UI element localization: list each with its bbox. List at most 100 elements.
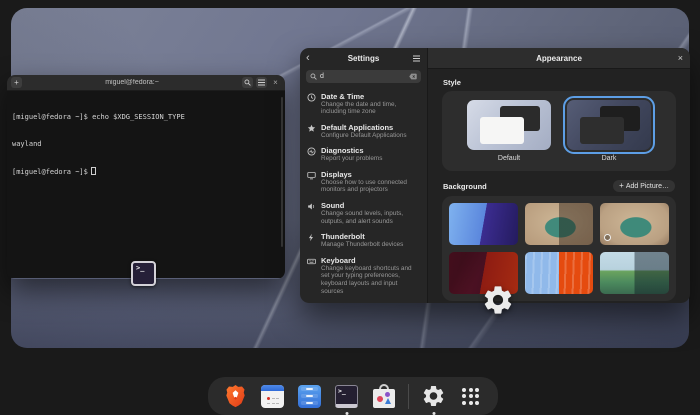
sidebar-item-thunderbolt[interactable]: Thunderbolt Manage Thunderbolt devices [307,229,420,253]
terminal-window[interactable]: + miguel@fedora:~ × [miguel@fedora ~]$ e… [7,75,285,279]
sidebar-item-displays[interactable]: Displays Choose how to use connected mon… [307,166,420,197]
item-subtitle: Report your problems [321,155,383,163]
file-cabinet-icon [298,384,321,408]
background-thumb-landscape-split[interactable] [524,203,594,245]
dock-icon-software[interactable] [371,384,396,409]
terminal-titlebar: + miguel@fedora:~ × [7,75,285,91]
dock-icon-brave[interactable] [223,384,248,409]
style-heading: Style [443,78,461,87]
add-picture-button[interactable]: + Add Picture… [613,180,675,192]
software-bag-icon [372,384,395,408]
app-grid-icon [462,387,479,405]
new-tab-button[interactable]: + [11,77,22,88]
back-button[interactable]: ‹ [306,53,316,64]
item-subtitle: Change sound levels, inputs, outputs, an… [321,210,404,225]
style-preview-dark-selected [563,96,655,154]
background-header-row: Background + Add Picture… [443,180,675,192]
plus-icon: + [619,181,624,190]
terminal-search-button[interactable] [242,77,253,88]
terminal-line-prompt: [miguel@fedora ~]$ [12,167,280,177]
gear-icon [423,386,444,406]
item-title: Displays [321,169,352,179]
sidebar-item-keyboard[interactable]: Keyboard Change keyboard shortcuts and s… [307,252,420,298]
terminal-prompt-icon: >_ [335,384,358,408]
terminal-line-output: wayland [12,140,42,148]
star-icon [307,123,316,140]
search-value: d [320,73,324,80]
calendar-icon [261,384,284,408]
preview-window-front [480,117,524,144]
dock-icon-files[interactable] [297,384,322,409]
style-label: Default [497,155,521,162]
settings-menu-button[interactable] [411,58,421,59]
settings-app-icon[interactable] [481,283,515,317]
sidebar-item-default-applications[interactable]: Default Applications Configure Default A… [307,119,420,143]
dock-icon-calendar[interactable] [260,384,285,409]
sidebar-item-sound[interactable]: Sound Change sound levels, inputs, outpu… [307,198,420,229]
background-thumb-blue-orange[interactable] [524,252,594,294]
clock-icon [307,92,316,116]
terminal-scrollbar[interactable] [281,97,283,247]
thunderbolt-icon [307,232,316,249]
item-title: Date & Time [321,91,365,101]
close-icon: × [273,77,278,87]
appearance-title: Appearance [536,53,582,63]
settings-window[interactable]: ‹ Settings d Date & Time Change the date… [300,48,690,303]
preview-window-front [580,117,624,144]
item-subtitle: Choose how to use connected monitors and… [321,178,407,194]
style-option-default[interactable]: Default [467,100,551,162]
search-icon [310,73,317,80]
terminal-title: miguel@fedora:~ [105,79,159,86]
background-grid [442,196,676,301]
background-heading: Background [443,181,487,191]
terminal-app-icon[interactable]: >_ [131,261,156,286]
brave-lion-icon [226,384,245,407]
terminal-menu-button[interactable] [256,77,267,88]
terminal-line-command: [miguel@fedora ~]$ echo $XDG_SESSION_TYP… [12,113,185,121]
background-thumb-mountains[interactable] [600,252,669,294]
sidebar-item-diagnostics[interactable]: Diagnostics Report your problems [307,143,420,167]
style-label: Dark [601,155,617,162]
background-thumb-blue-purple[interactable] [449,203,518,245]
item-subtitle: Configure Default Applications [321,131,407,139]
diagnostics-icon [307,146,316,163]
settings-sidebar: ‹ Settings d Date & Time Change the date… [300,48,428,303]
item-title: Thunderbolt [321,232,365,242]
appearance-header: Appearance × [428,48,690,69]
keyboard-icon [307,256,316,295]
dock-separator [408,383,409,409]
item-subtitle: Change keyboard shortcuts and set your t… [321,264,412,295]
settings-close-button[interactable]: × [673,52,683,63]
gear-icon [484,286,512,314]
terminal-cursor [90,167,96,175]
style-preview-default [467,100,551,150]
item-title: Keyboard [321,255,356,265]
dock-icon-app-grid[interactable] [458,384,483,409]
clear-search-icon[interactable] [409,73,417,80]
item-title: Default Applications [321,122,394,132]
sidebar-item-date-time[interactable]: Date & Time Change the date and time, in… [307,88,420,119]
hamburger-icon [412,58,420,59]
dock: >_ [208,377,498,415]
style-option-dark[interactable]: Dark [563,96,655,162]
appearance-panel: Appearance × Style Default Dark Backgrou… [428,48,690,303]
item-subtitle: Manage Thunderbolt devices [321,241,404,249]
settings-title: Settings [347,54,380,63]
background-thumb-landscape-selected[interactable] [600,203,669,245]
settings-search-input[interactable]: d [306,70,421,83]
dock-icon-terminal[interactable]: >_ [334,384,359,409]
dock-icon-settings[interactable] [421,384,446,409]
item-title: Diagnostics [321,146,364,156]
selected-indicator-icon [604,234,612,241]
gnome-overview: + miguel@fedora:~ × [miguel@fedora ~]$ e… [0,0,700,415]
close-icon: × [677,52,683,63]
search-icon [244,79,251,86]
terminal-close-button[interactable]: × [270,77,281,88]
sidebar-list: Date & Time Change the date and time, in… [300,88,427,299]
item-title: Sound [321,201,345,211]
terminal-output[interactable]: [miguel@fedora ~]$ echo $XDG_SESSION_TYP… [7,91,285,278]
item-subtitle: Change the date and time, including time… [321,100,397,116]
speaker-icon [307,201,316,225]
display-icon [307,170,316,194]
appearance-content: Style Default Dark Background + Add Pict… [428,69,690,303]
